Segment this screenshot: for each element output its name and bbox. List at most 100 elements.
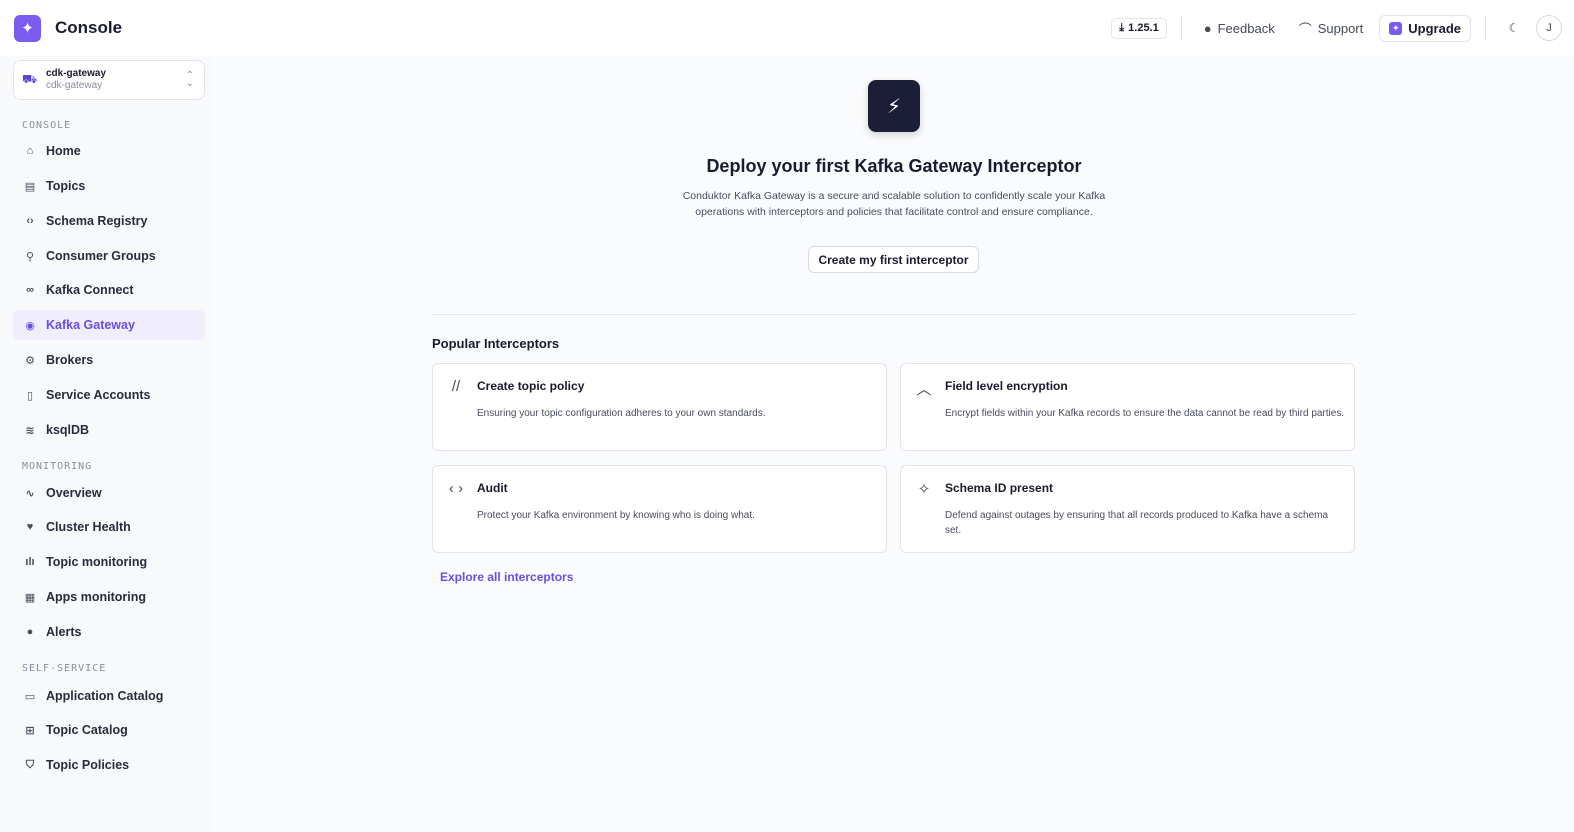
sidebar-item-ksqldb[interactable]: ≋ ksqlDB bbox=[13, 415, 205, 445]
upgrade-icon: ✦ bbox=[1389, 21, 1403, 35]
sidebar-item-label: Cluster Health bbox=[46, 520, 131, 534]
main-content: ⚡ Deploy your first Kafka Gateway Interc… bbox=[214, 56, 1574, 832]
hero-description: Conduktor Kafka Gateway is a secure and … bbox=[682, 190, 1106, 218]
feedback-button[interactable]: ● Feedback bbox=[1196, 17, 1283, 40]
create-interceptor-button[interactable]: Create my first interceptor bbox=[808, 246, 979, 273]
sidebar-item-kafka-gateway[interactable]: ◉ Kafka Gateway bbox=[13, 310, 205, 340]
gateway-icon: ◉ bbox=[25, 319, 35, 332]
sidebar-item-label: Topic Policies bbox=[46, 758, 130, 772]
sparkle-icon: ✧ bbox=[917, 481, 931, 498]
link-icon: ∞ bbox=[26, 284, 34, 296]
console-logo-icon[interactable]: ✦ bbox=[14, 14, 41, 42]
sidebar-item-topic-policies[interactable]: ⛉ Topic Policies bbox=[13, 750, 205, 780]
upgrade-button[interactable]: ✦ Upgrade bbox=[1379, 14, 1471, 42]
sidebar-item-application-catalog[interactable]: ▭ Application Catalog bbox=[13, 681, 205, 711]
headset-icon: ⌒ bbox=[1298, 21, 1312, 37]
card-description: Protect your Kafka environment by knowin… bbox=[477, 510, 755, 521]
app-title: Console bbox=[55, 18, 123, 37]
sidebar-item-kafka-connect[interactable]: ∞ Kafka Connect bbox=[13, 275, 205, 305]
gateway-plug-icon: ⚡ bbox=[868, 80, 920, 132]
card-title: Field level encryption bbox=[945, 379, 1068, 393]
sidebar-item-overview[interactable]: ∿ Overview bbox=[13, 478, 205, 508]
sidebar-item-label: Home bbox=[46, 144, 81, 158]
chevron-up-down-icon: ⌃ ⌄ bbox=[185, 70, 194, 89]
code-brackets-icon: ‹ › bbox=[448, 480, 464, 497]
top-bar: ✦ Console ⤓ 1.25.1 ● Feedback ⌒ Support … bbox=[0, 0, 1574, 56]
code-icon: ‹› bbox=[26, 215, 34, 227]
broker-icon: ⚙ bbox=[25, 354, 35, 367]
sidebar-item-consumer-groups[interactable]: ⚲ Consumer Groups bbox=[13, 241, 205, 271]
cluster-selector[interactable]: ⛟ cdk-gateway cdk-gateway ⌃ ⌄ bbox=[13, 60, 205, 100]
alert-icon: ● bbox=[26, 626, 34, 638]
sidebar-item-label: Brokers bbox=[46, 353, 94, 367]
database-icon: ≋ bbox=[25, 424, 35, 437]
sidebar-item-alerts[interactable]: ● Alerts bbox=[13, 617, 205, 647]
double-slash-icon: // bbox=[451, 378, 461, 395]
hierarchy-icon: ⚲ bbox=[25, 250, 35, 263]
card-description: Ensuring your topic configuration adhere… bbox=[477, 408, 766, 419]
sidebar-item-label: ksqlDB bbox=[46, 423, 90, 437]
heart-icon: ♥ bbox=[26, 521, 34, 533]
section-label-monitoring: MONITORING bbox=[22, 461, 93, 472]
version-badge[interactable]: ⤓ 1.25.1 bbox=[1111, 17, 1167, 39]
divider bbox=[1485, 17, 1486, 39]
topics-icon: ▤ bbox=[24, 180, 36, 193]
cluster-name: cdk-gateway bbox=[46, 67, 107, 79]
sidebar-item-brokers[interactable]: ⚙ Brokers bbox=[13, 345, 205, 375]
sidebar-item-label: Overview bbox=[46, 486, 102, 500]
sidebar: ⛟ cdk-gateway cdk-gateway ⌃ ⌄ CONSOLE ⌂ Ho… bbox=[0, 56, 214, 832]
sidebar-item-label: Topic Catalog bbox=[46, 723, 128, 737]
sidebar-item-label: Topics bbox=[46, 179, 86, 193]
sidebar-item-label: Service Accounts bbox=[46, 388, 151, 402]
section-label-console: CONSOLE bbox=[22, 120, 72, 131]
sidebar-item-cluster-health[interactable]: ♥ Cluster Health bbox=[13, 512, 205, 542]
sidebar-item-label: Topic monitoring bbox=[46, 555, 148, 569]
sidebar-item-service-accounts[interactable]: ▯ Service Accounts bbox=[13, 380, 205, 410]
interceptor-card-field-level-encryption[interactable]: ︿ Field level encryption Encrypt fields … bbox=[900, 363, 1355, 451]
home-icon: ⌂ bbox=[26, 145, 34, 157]
sidebar-item-topic-monitoring[interactable]: ılı Topic monitoring bbox=[13, 547, 205, 577]
card-title: Schema ID present bbox=[945, 481, 1054, 495]
shield-icon: ⛉ bbox=[25, 758, 35, 771]
sidebar-item-topic-catalog[interactable]: ⊞ Topic Catalog bbox=[13, 715, 205, 745]
version-label: 1.25.1 bbox=[1128, 22, 1159, 34]
hero-title: Deploy your first Kafka Gateway Intercep… bbox=[706, 156, 1082, 176]
download-icon: ⤓ bbox=[1119, 21, 1125, 34]
card-description: Defend against outages by ensuring that … bbox=[945, 510, 1329, 536]
pulse-icon: ∿ bbox=[25, 487, 35, 500]
sidebar-item-label: Kafka Connect bbox=[46, 283, 134, 297]
divider bbox=[1180, 17, 1182, 39]
chevron-up-icon: ︿ bbox=[916, 381, 932, 398]
chat-bubble-icon: ● bbox=[1203, 20, 1212, 36]
cluster-text: cdk-gateway cdk-gateway bbox=[46, 68, 106, 93]
card-description: Encrypt fields within your Kafka records… bbox=[945, 408, 1345, 419]
cluster-icon: ⛟ bbox=[22, 72, 38, 86]
sidebar-item-topics[interactable]: ▤ Topics bbox=[13, 171, 205, 201]
explore-interceptors-link[interactable]: Explore all interceptors bbox=[440, 570, 573, 584]
user-avatar[interactable]: J bbox=[1536, 15, 1562, 41]
interceptor-card-audit[interactable]: ‹ › Audit Protect your Kafka environment… bbox=[432, 465, 887, 553]
interceptor-card-schema-id-present[interactable]: ✧ Schema ID present Defend against outag… bbox=[900, 465, 1355, 553]
card-title: Audit bbox=[477, 481, 508, 495]
theme-toggle-moon-icon[interactable]: ☾ bbox=[1500, 14, 1528, 42]
card-title: Create topic policy bbox=[477, 379, 585, 393]
account-icon: ▯ bbox=[26, 389, 34, 402]
feedback-label: Feedback bbox=[1217, 20, 1275, 36]
cluster-subtitle: cdk-gateway bbox=[46, 80, 103, 91]
sidebar-item-apps-monitoring[interactable]: ▦ Apps monitoring bbox=[13, 582, 205, 612]
catalog-icon: ▭ bbox=[24, 690, 36, 703]
support-button[interactable]: ⌒ Support bbox=[1291, 15, 1372, 42]
sidebar-item-label: Schema Registry bbox=[46, 214, 148, 228]
upgrade-label: Upgrade bbox=[1408, 20, 1461, 36]
top-actions: ⤓ 1.25.1 ● Feedback ⌒ Support ✦ Upgrade … bbox=[1111, 0, 1562, 56]
section-label-self-service: SELF-SERVICE bbox=[22, 663, 107, 674]
sidebar-item-label: Apps monitoring bbox=[46, 590, 146, 604]
support-label: Support bbox=[1317, 20, 1364, 36]
interceptor-card-create-topic-policy[interactable]: // Create topic policy Ensuring your top… bbox=[432, 363, 887, 451]
popular-interceptors-title: Popular Interceptors bbox=[432, 336, 560, 351]
sidebar-item-schema-registry[interactable]: ‹› Schema Registry bbox=[13, 206, 205, 236]
sidebar-item-home[interactable]: ⌂ Home bbox=[13, 136, 205, 166]
sidebar-item-label: Alerts bbox=[46, 625, 82, 639]
sidebar-item-label: Application Catalog bbox=[46, 689, 164, 703]
bar-chart-icon: ılı bbox=[25, 556, 35, 568]
